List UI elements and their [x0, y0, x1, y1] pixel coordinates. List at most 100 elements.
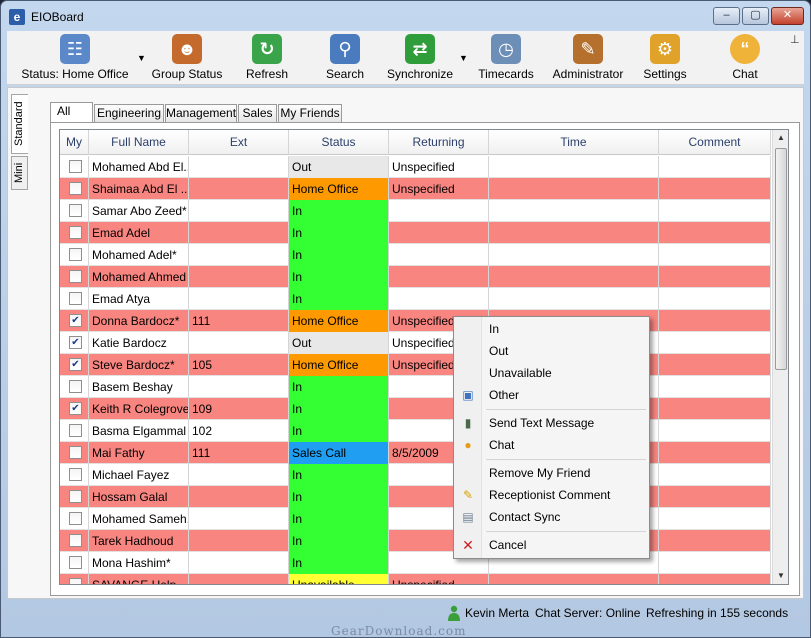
cell-ext[interactable]	[189, 222, 289, 244]
cell-comment[interactable]	[659, 464, 771, 486]
table-row[interactable]: Emad Atya In	[60, 288, 771, 310]
cell-status[interactable]: In	[289, 508, 389, 530]
menu-item-other[interactable]: ▣ Other	[455, 384, 648, 406]
maximize-button[interactable]: ▢	[742, 7, 769, 25]
tab-engineering[interactable]: Engineering	[94, 104, 164, 122]
cell-ext[interactable]	[189, 244, 289, 266]
cell-full-name[interactable]: Mohamed Abd El...	[89, 156, 189, 178]
cell-status[interactable]: In	[289, 398, 389, 420]
scroll-thumb[interactable]	[775, 148, 787, 370]
cell-ext[interactable]	[189, 486, 289, 508]
cell-ext[interactable]	[189, 266, 289, 288]
column-header-status[interactable]: Status	[289, 130, 389, 155]
column-header-time[interactable]: Time	[489, 130, 659, 155]
cell-status[interactable]: Home Office	[289, 310, 389, 332]
cell-ext[interactable]	[189, 156, 289, 178]
column-header-returning[interactable]: Returning	[389, 130, 489, 155]
cell-full-name[interactable]: Tarek Hadhoud	[89, 530, 189, 552]
cell-comment[interactable]	[659, 442, 771, 464]
cell-time[interactable]	[489, 178, 659, 200]
tab-management[interactable]: Management	[165, 104, 237, 122]
cell-ext[interactable]	[189, 376, 289, 398]
chat-button[interactable]: “ Chat	[727, 34, 763, 84]
menu-item-cancel[interactable]: ✕ Cancel	[455, 534, 648, 556]
menu-item-in[interactable]: In	[455, 318, 648, 340]
menu-item-send-text-message[interactable]: ▮ Send Text Message	[455, 412, 648, 434]
my-friend-checkbox[interactable]	[69, 424, 82, 437]
cell-status[interactable]: In	[289, 552, 389, 574]
cell-ext[interactable]: 105	[189, 354, 289, 376]
column-header-ext[interactable]: Ext	[189, 130, 289, 155]
cell-full-name[interactable]: Keith R Colegrove*	[89, 398, 189, 420]
menu-item-contact-sync[interactable]: ▤ Contact Sync	[455, 506, 648, 528]
cell-comment[interactable]	[659, 398, 771, 420]
close-button[interactable]: ✕	[771, 7, 804, 25]
cell-comment[interactable]	[659, 376, 771, 398]
table-row[interactable]: SAVANGE Help... Unavailable Unspecified	[60, 574, 771, 584]
menu-item-unavailable[interactable]: Unavailable	[455, 362, 648, 384]
table-row[interactable]: ✔ Donna Bardocz* 111 Home Office Unspecified	[60, 310, 771, 332]
cell-status[interactable]: In	[289, 244, 389, 266]
cell-ext[interactable]	[189, 508, 289, 530]
cell-returning[interactable]	[389, 288, 489, 310]
cell-returning[interactable]: Unspecified	[389, 178, 489, 200]
cell-time[interactable]	[489, 574, 659, 584]
my-friend-checkbox[interactable]	[69, 270, 82, 283]
group-status-button[interactable]: ☻ Group Status	[149, 34, 225, 84]
view-tab-mini[interactable]: Mini	[11, 156, 28, 190]
cell-full-name[interactable]: Mona Hashim*	[89, 552, 189, 574]
cell-status[interactable]: In	[289, 530, 389, 552]
table-row[interactable]: Shaimaa Abd El ... Home Office Unspecified	[60, 178, 771, 200]
cell-comment[interactable]	[659, 244, 771, 266]
my-friend-checkbox[interactable]	[69, 556, 82, 569]
cell-full-name[interactable]: Mohamed Adel*	[89, 244, 189, 266]
cell-time[interactable]	[489, 200, 659, 222]
cell-ext[interactable]	[189, 178, 289, 200]
my-friend-checkbox[interactable]	[69, 468, 82, 481]
cell-status[interactable]: In	[289, 376, 389, 398]
pin-icon[interactable]: ⊥	[790, 33, 800, 46]
cell-full-name[interactable]: Emad Atya	[89, 288, 189, 310]
menu-item-receptionist-comment[interactable]: ✎ Receptionist Comment	[455, 484, 648, 506]
cell-returning[interactable]	[389, 266, 489, 288]
cell-status[interactable]: In	[289, 420, 389, 442]
table-row[interactable]: Mohamed Ahmed In	[60, 266, 771, 288]
cell-full-name[interactable]: Emad Adel	[89, 222, 189, 244]
cell-status[interactable]: In	[289, 266, 389, 288]
table-row[interactable]: Samar Abo Zeed* In	[60, 200, 771, 222]
cell-ext[interactable]	[189, 332, 289, 354]
status-button[interactable]: ☷ Status: Home Office	[21, 34, 129, 84]
cell-ext[interactable]	[189, 530, 289, 552]
tab-my-friends[interactable]: My Friends	[278, 104, 342, 122]
cell-full-name[interactable]: Mohamed Sameh...	[89, 508, 189, 530]
cell-status[interactable]: Sales Call	[289, 442, 389, 464]
table-row[interactable]: Mohamed Sameh... In	[60, 508, 771, 530]
cell-status[interactable]: In	[289, 464, 389, 486]
cell-comment[interactable]	[659, 266, 771, 288]
table-row[interactable]: Hossam Galal In	[60, 486, 771, 508]
cell-full-name[interactable]: Mai Fathy	[89, 442, 189, 464]
cell-ext[interactable]	[189, 464, 289, 486]
refresh-button[interactable]: ↻ Refresh	[243, 34, 291, 84]
cell-full-name[interactable]: Shaimaa Abd El ...	[89, 178, 189, 200]
my-friend-checkbox[interactable]	[69, 446, 82, 459]
cell-full-name[interactable]: Mohamed Ahmed	[89, 266, 189, 288]
cell-comment[interactable]	[659, 310, 771, 332]
cell-time[interactable]	[489, 156, 659, 178]
cell-full-name[interactable]: Michael Fayez	[89, 464, 189, 486]
my-friend-checkbox[interactable]	[69, 490, 82, 503]
my-friend-checkbox[interactable]	[69, 160, 82, 173]
cell-ext[interactable]	[189, 574, 289, 584]
cell-ext[interactable]: 109	[189, 398, 289, 420]
cell-time[interactable]	[489, 266, 659, 288]
my-friend-checkbox[interactable]	[69, 248, 82, 261]
synchronize-dropdown-arrow[interactable]: ▼	[459, 53, 468, 63]
cell-ext[interactable]: 111	[189, 442, 289, 464]
cell-comment[interactable]	[659, 552, 771, 574]
my-friend-checkbox[interactable]	[69, 204, 82, 217]
cell-comment[interactable]	[659, 486, 771, 508]
cell-ext[interactable]	[189, 288, 289, 310]
table-row[interactable]: Tarek Hadhoud In	[60, 530, 771, 552]
cell-returning[interactable]: Unspecified	[389, 156, 489, 178]
menu-item-remove-my-friend[interactable]: Remove My Friend	[455, 462, 648, 484]
